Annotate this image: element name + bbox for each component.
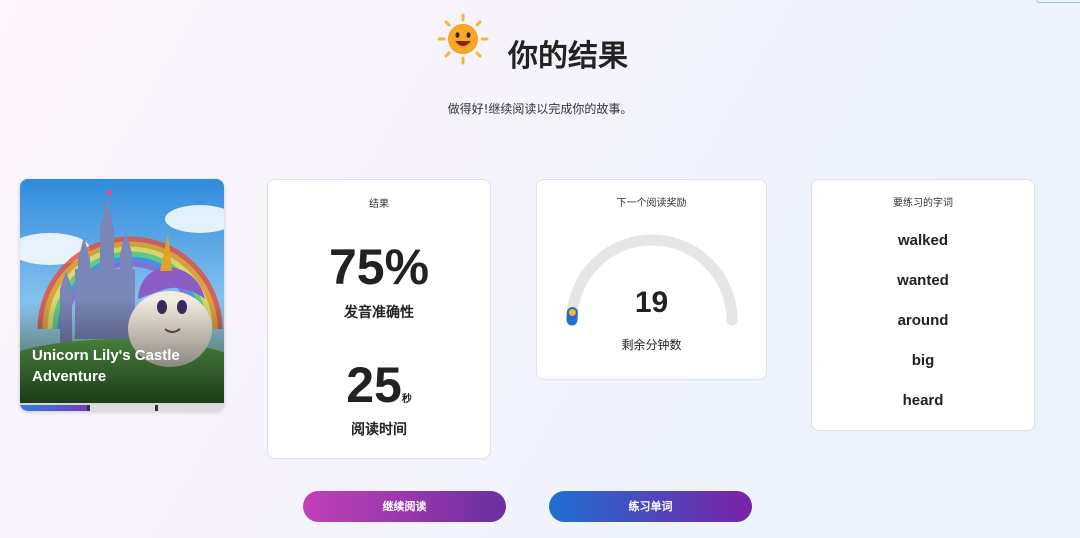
results-card-label: 结果 [369, 199, 389, 210]
practice-word[interactable]: wanted [812, 272, 1034, 289]
page-header: 你的结果 [0, 12, 1080, 74]
story-progress-fill [20, 405, 88, 411]
reading-time-unit: 秒 [401, 394, 412, 405]
practice-word[interactable]: heard [812, 392, 1034, 409]
page-subtitle: 做得好!继续阅读以完成你的故事。 [447, 102, 633, 116]
reading-time-label: 阅读时间 [351, 422, 407, 438]
progress-divider [87, 405, 90, 411]
practice-words-card: 要练习的字词 walked wanted around big heard [811, 179, 1035, 431]
practice-words-label: 要练习的字词 [893, 198, 953, 209]
progress-divider [155, 405, 158, 411]
sun-mascot-icon [437, 13, 489, 65]
practice-word[interactable]: walked [812, 232, 1034, 249]
reading-reward-card: 下一个阅读奖励 19 剩余分钟数 [536, 179, 767, 380]
minutes-remaining-value: 19 [634, 286, 669, 319]
accuracy-label: 发音准确性 [344, 305, 414, 321]
story-title: Unicorn Lily's Castle Adventure [32, 347, 180, 385]
continue-reading-button[interactable]: 继续阅读 [303, 491, 506, 522]
accuracy-value: 75% [328, 239, 430, 295]
page-title: 你的结果 [508, 39, 628, 74]
results-card: 结果 75% 发音准确性 25秒 阅读时间 [267, 179, 491, 459]
reading-time-value: 25 [346, 357, 402, 413]
practice-words-button[interactable]: 练习单词 [549, 491, 752, 522]
story-card[interactable]: Unicorn Lily's Castle Adventure [20, 179, 224, 411]
story-progress-bar [20, 405, 224, 411]
practice-word[interactable]: big [812, 352, 1034, 369]
corner-decoration [1036, 0, 1080, 3]
minutes-remaining-label: 剩余分钟数 [621, 338, 682, 352]
practice-word[interactable]: around [812, 312, 1034, 329]
